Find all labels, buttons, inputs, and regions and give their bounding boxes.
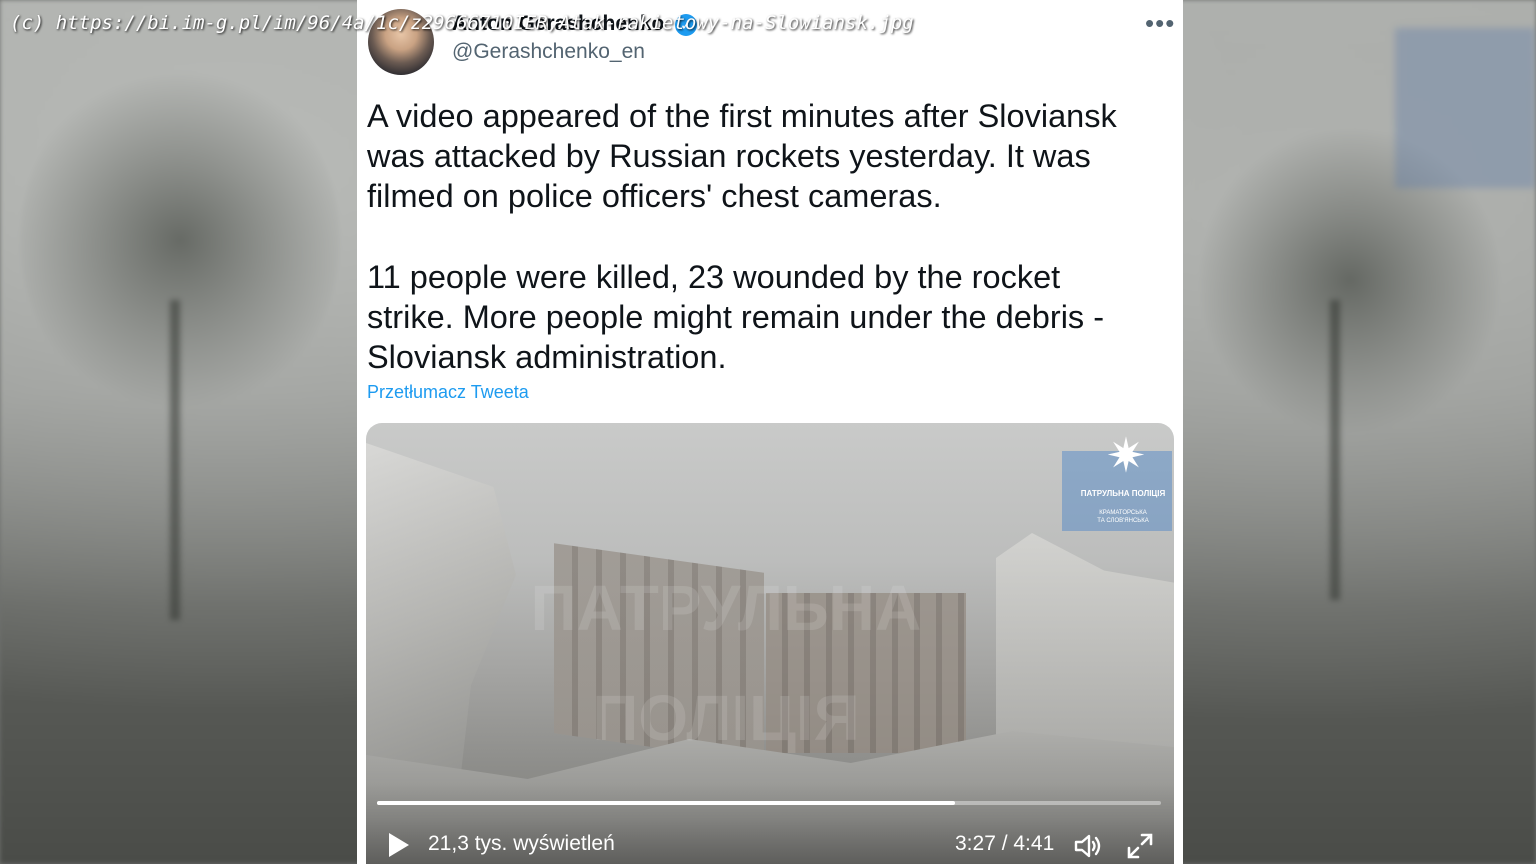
translate-tweet-link[interactable]: Przetłumacz Tweeta [367, 382, 529, 403]
video-progress-fill [377, 801, 955, 805]
video-progress-bar[interactable] [377, 801, 1161, 805]
police-badge-subtitle-line: ТА СЛОВ'ЯНСЬКА [1097, 518, 1149, 524]
video-time: 3:27 / 4:41 [955, 832, 1055, 855]
video-player[interactable]: ПАТРУЛЬНА ПОЛІЦІЯ ✷ ПАТРУЛЬНА ПОЛІЦІЯ КР… [366, 423, 1174, 864]
background-trunk [170, 300, 180, 620]
background-trunk [1330, 300, 1340, 600]
tweet-paragraph: 11 people were killed, 23 wounded by the… [367, 259, 1105, 375]
watermark-line: ПОЛІЦІЯ [592, 682, 860, 754]
author-handle[interactable]: @Gerashchenko_en [452, 40, 645, 64]
police-badge-subtitle-line: КРАМАТОРСЬКА [1099, 510, 1147, 516]
tweet-text: A video appeared of the first minutes af… [367, 96, 1173, 377]
tweet-card: Anton Gerashchenko ✓ @Gerashchenko_en ••… [357, 0, 1183, 864]
watermark-line: ПАТРУЛЬНА [530, 572, 922, 644]
source-caption: (c) https://bi.im-g.pl/im/96/4a/1c/z2966… [10, 12, 914, 34]
more-options-icon[interactable]: ••• [1145, 10, 1175, 36]
police-badge-title: ПАТРУЛЬНА ПОЛІЦІЯ [1080, 489, 1166, 498]
video-watermark: ПАТРУЛЬНА ПОЛІЦІЯ [516, 553, 936, 773]
background-police-logo [1395, 28, 1535, 188]
play-icon[interactable] [387, 832, 411, 858]
view-count: 21,3 tys. wyświetleń [428, 832, 615, 855]
police-badge-subtitle: КРАМАТОРСЬКА ТА СЛОВ'ЯНСЬКА [1071, 509, 1174, 525]
tweet-paragraph: A video appeared of the first minutes af… [367, 98, 1117, 214]
background-tree [20, 60, 340, 420]
police-star-icon: ✷ [1105, 430, 1147, 483]
fullscreen-icon[interactable] [1127, 833, 1153, 859]
volume-icon[interactable] [1074, 833, 1104, 859]
